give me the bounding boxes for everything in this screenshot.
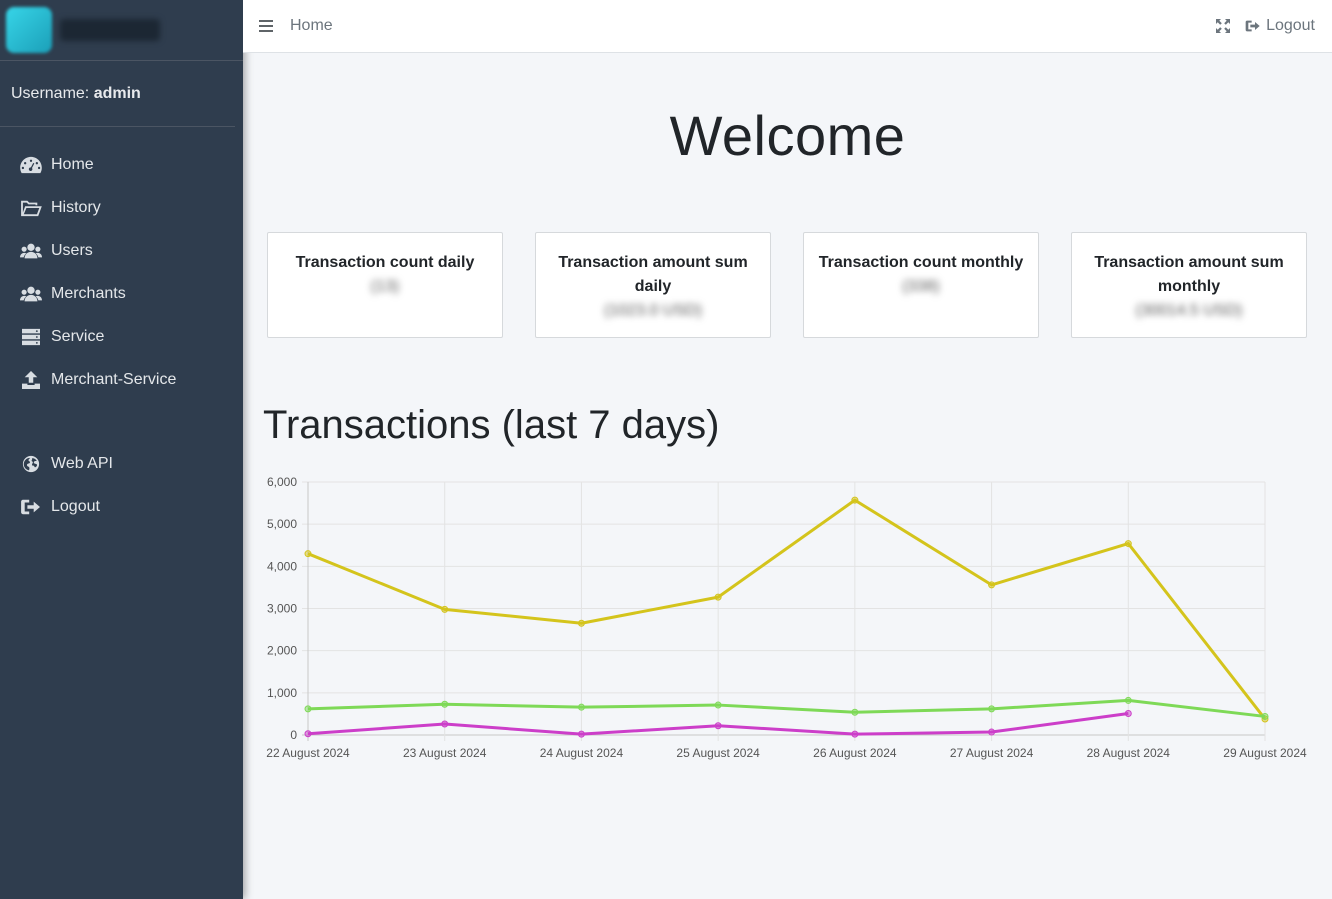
data-point	[1261, 712, 1269, 720]
upload-icon	[22, 370, 40, 389]
brand-logo	[6, 7, 52, 53]
y-tick-label: 4,000	[267, 559, 297, 573]
sidebar-item-logout[interactable]: Logout	[0, 485, 243, 528]
users-icon	[20, 243, 42, 258]
data-point	[988, 728, 996, 736]
x-tick-label: 29 August 2024	[1223, 746, 1307, 760]
logout-button[interactable]: Logout	[1245, 17, 1315, 35]
y-tick-label: 5,000	[267, 517, 297, 531]
stat-card-title: Transaction count monthly	[818, 254, 1024, 271]
dashboard-icon	[20, 156, 42, 173]
brand[interactable]	[0, 0, 243, 61]
data-point	[441, 720, 449, 728]
data-point	[1124, 540, 1132, 548]
sidebar-item-web-api[interactable]: Web API	[0, 442, 243, 485]
x-tick-label: 24 August 2024	[540, 746, 624, 760]
sidebar-item-history[interactable]: History	[0, 186, 243, 229]
sidebar-item-label: Logout	[51, 497, 100, 515]
series-line	[307, 498, 1267, 720]
page-title: Welcome	[669, 104, 906, 167]
stat-card-count-monthly: Transaction count monthly (338)	[803, 232, 1039, 338]
sidebar-item-label: Web API	[51, 454, 113, 472]
brand-name-blurred	[60, 19, 160, 41]
x-tick-label: 25 August 2024	[676, 746, 760, 760]
data-point	[714, 701, 722, 709]
globe-icon	[22, 455, 40, 472]
stat-card-amount-daily: Transaction amount sum daily (1023.0 USD…	[535, 232, 771, 338]
breadcrumb-home[interactable]: Home	[290, 17, 333, 35]
x-tick-label: 28 August 2024	[1087, 746, 1171, 760]
sidebar-item-label: History	[51, 198, 101, 216]
user-panel: Username: admin	[0, 61, 235, 127]
sidebar-item-users[interactable]: Users	[0, 229, 243, 272]
data-point	[851, 730, 859, 738]
data-point	[714, 722, 722, 730]
data-point	[577, 619, 585, 627]
data-point	[1124, 696, 1132, 704]
server-icon	[22, 328, 40, 345]
sidebar-nav: Home History Users Merchants Service Mer…	[0, 127, 243, 528]
username-label: Username:	[11, 85, 90, 102]
sidebar-item-label: Home	[51, 155, 94, 173]
data-point	[441, 700, 449, 708]
fullscreen-icon[interactable]	[1215, 18, 1231, 34]
sidebar-item-label: Merchants	[51, 284, 126, 302]
stat-card-amount-monthly: Transaction amount sum monthly (30014.5 …	[1071, 232, 1307, 338]
stat-card-title: Transaction amount sum daily	[558, 254, 748, 295]
x-tick-label: 27 August 2024	[950, 746, 1034, 760]
sidebar: Username: admin Home History Users Merch…	[0, 0, 243, 899]
data-point	[1124, 709, 1132, 717]
data-point	[988, 705, 996, 713]
data-point	[304, 730, 312, 738]
users-icon	[20, 286, 42, 301]
data-point	[851, 708, 859, 716]
data-point	[714, 593, 722, 601]
sidebar-item-label: Service	[51, 327, 105, 345]
x-tick-label: 23 August 2024	[403, 746, 487, 760]
y-tick-label: 2,000	[267, 644, 297, 658]
sign-out-icon	[1245, 20, 1260, 32]
sidebar-item-merchants[interactable]: Merchants	[0, 272, 243, 315]
sidebar-item-service[interactable]: Service	[0, 315, 243, 358]
top-navbar: Home Logout	[243, 0, 1332, 53]
x-tick-label: 26 August 2024	[813, 746, 897, 760]
data-point	[577, 730, 585, 738]
stat-card-title: Transaction amount sum monthly	[1094, 254, 1284, 295]
data-point	[851, 496, 859, 504]
data-point	[577, 703, 585, 711]
data-point	[304, 550, 312, 558]
data-point	[988, 581, 996, 589]
stat-card-value: (30014.5 USD)	[1135, 302, 1243, 319]
sidebar-item-merchant-service[interactable]: Merchant-Service	[0, 358, 243, 401]
stat-card-value: (13)	[370, 278, 400, 295]
chart-title: Transactions (last 7 days)	[263, 403, 720, 447]
sidebar-item-label: Users	[51, 241, 93, 259]
stat-card-title: Transaction count daily	[295, 254, 475, 271]
sign-out-icon	[21, 499, 40, 514]
stat-card-value: (1023.0 USD)	[604, 302, 702, 319]
main-content: Welcome Transaction count daily (13) Tra…	[243, 53, 1332, 899]
sidebar-item-home[interactable]: Home	[0, 143, 243, 186]
stat-card-value: (338)	[902, 278, 940, 295]
sidebar-item-label: Merchant-Service	[51, 370, 177, 388]
stat-card-count-daily: Transaction count daily (13)	[267, 232, 503, 338]
menu-toggle-icon[interactable]	[259, 19, 273, 33]
transactions-line-chart: 0 1,000 2,000 3,000 4,000 5,000 6,000 22 August…	[266, 475, 1307, 760]
y-tick-label: 6,000	[267, 475, 297, 489]
username: admin	[93, 85, 141, 102]
x-tick-label: 22 August 2024	[266, 746, 350, 760]
y-tick-label: 3,000	[267, 602, 297, 616]
y-tick-label: 1,000	[267, 686, 297, 700]
data-point	[441, 605, 449, 613]
data-point	[304, 705, 312, 713]
y-tick-label: 0	[290, 728, 297, 742]
logout-label: Logout	[1266, 17, 1315, 34]
folder-open-icon	[21, 200, 42, 216]
topbar-actions: Logout	[1215, 17, 1315, 35]
